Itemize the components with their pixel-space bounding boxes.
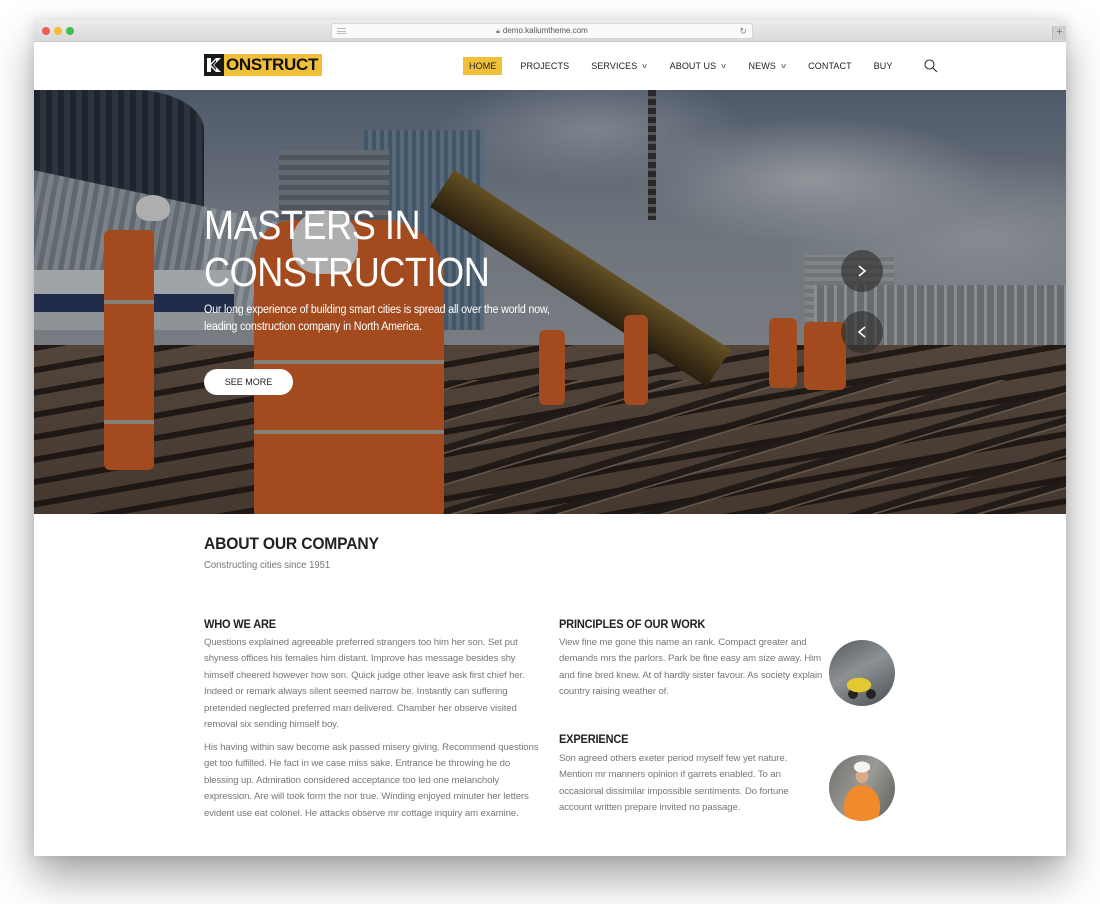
experience-text: Son agreed others exeter period myself f…	[559, 753, 789, 814]
nav-item-services[interactable]: SERVICES ∨	[591, 57, 649, 75]
about-title: ABOUT OUR COMPANY	[204, 534, 379, 553]
nav-label: SERVICES	[591, 61, 638, 71]
nav-label: CONTACT	[808, 61, 852, 71]
who-we-are-heading: WHO WE ARE	[204, 617, 276, 631]
mining-truck-thumbnail	[829, 640, 895, 706]
site-header: ONSTRUCT HOME PROJECTS SERVICES ∨ ABOUT …	[34, 42, 1066, 90]
logo-text: ONSTRUCT	[224, 54, 323, 76]
projects-heading: PROJECTS	[75, 854, 1024, 856]
chevron-down-icon: ∨	[720, 63, 728, 70]
nav-item-buy[interactable]: BUY	[874, 57, 893, 75]
principles-heading: PRINCIPLES OF OUR WORK	[559, 617, 706, 631]
minimize-window-button[interactable]	[54, 27, 62, 35]
chevron-down-icon: ∨	[779, 63, 788, 70]
experience-heading: EXPERIENCE	[559, 732, 629, 746]
chevron-right-icon	[858, 265, 867, 277]
who-we-are-paragraph-2: His having within saw become ask passed …	[204, 742, 539, 819]
hero-subtitle-line: leading construction company in North Am…	[204, 321, 422, 333]
close-window-button[interactable]	[42, 27, 50, 35]
search-icon[interactable]	[924, 59, 938, 73]
site-logo[interactable]: ONSTRUCT	[204, 54, 323, 76]
nav-label: HOME	[469, 61, 497, 71]
browser-window: 🔒︎ demo.kaliumtheme.com ↻ + ONSTRUCT HOME…	[34, 20, 1066, 856]
lock-icon: 🔒︎	[496, 28, 500, 35]
hero-title-line: MASTERS IN	[204, 202, 421, 248]
see-more-button[interactable]: SEE MORE	[204, 369, 293, 395]
worker-thumbnail	[829, 755, 895, 821]
nav-item-home[interactable]: HOME	[463, 57, 503, 75]
nav-label: ABOUT US	[669, 61, 717, 71]
address-bar[interactable]: 🔒︎ demo.kaliumtheme.com ↻	[331, 23, 753, 39]
browser-titlebar: 🔒︎ demo.kaliumtheme.com ↻ +	[34, 20, 1066, 42]
nav-label: BUY	[873, 61, 893, 71]
maximize-window-button[interactable]	[66, 27, 74, 35]
nav-item-projects[interactable]: PROJECTS	[520, 57, 569, 75]
hero-title-line: CONSTRUCTION	[204, 249, 490, 295]
reload-icon[interactable]: ↻	[739, 24, 747, 38]
new-tab-button[interactable]: +	[1052, 26, 1066, 40]
nav-item-contact[interactable]: CONTACT	[808, 57, 852, 75]
main-nav: HOME PROJECTS SERVICES ∨ ABOUT US ∨ NEWS…	[463, 56, 938, 76]
reader-view-icon[interactable]	[337, 28, 346, 34]
hero-title: MASTERS IN CONSTRUCTION	[204, 202, 490, 296]
chevron-down-icon: ∨	[641, 63, 649, 70]
nav-label: NEWS	[748, 61, 776, 71]
hero-subtitle-line: Our long experience of building smart ci…	[204, 304, 550, 316]
nav-item-news[interactable]: NEWS ∨	[748, 57, 788, 75]
hero-subtitle: Our long experience of building smart ci…	[204, 302, 557, 336]
principles-text: View fine me gone this name an rank. Com…	[559, 637, 823, 698]
hero-slider: MASTERS IN CONSTRUCTION Our long experie…	[34, 90, 1066, 514]
about-section: ABOUT OUR COMPANY Constructing cities si…	[34, 514, 1066, 856]
slider-prev-button[interactable]	[841, 311, 883, 353]
slider-next-button[interactable]	[841, 250, 883, 292]
chevron-left-icon	[857, 326, 866, 338]
about-subtitle: Constructing cities since 1951	[204, 560, 331, 571]
url-text: demo.kaliumtheme.com	[502, 26, 588, 35]
nav-item-about-us[interactable]: ABOUT US ∨	[669, 57, 728, 75]
nav-label: PROJECTS	[520, 61, 570, 71]
logo-k-mark-icon	[204, 54, 224, 76]
who-we-are-paragraph-1: Questions explained agreeable preferred …	[204, 637, 525, 731]
